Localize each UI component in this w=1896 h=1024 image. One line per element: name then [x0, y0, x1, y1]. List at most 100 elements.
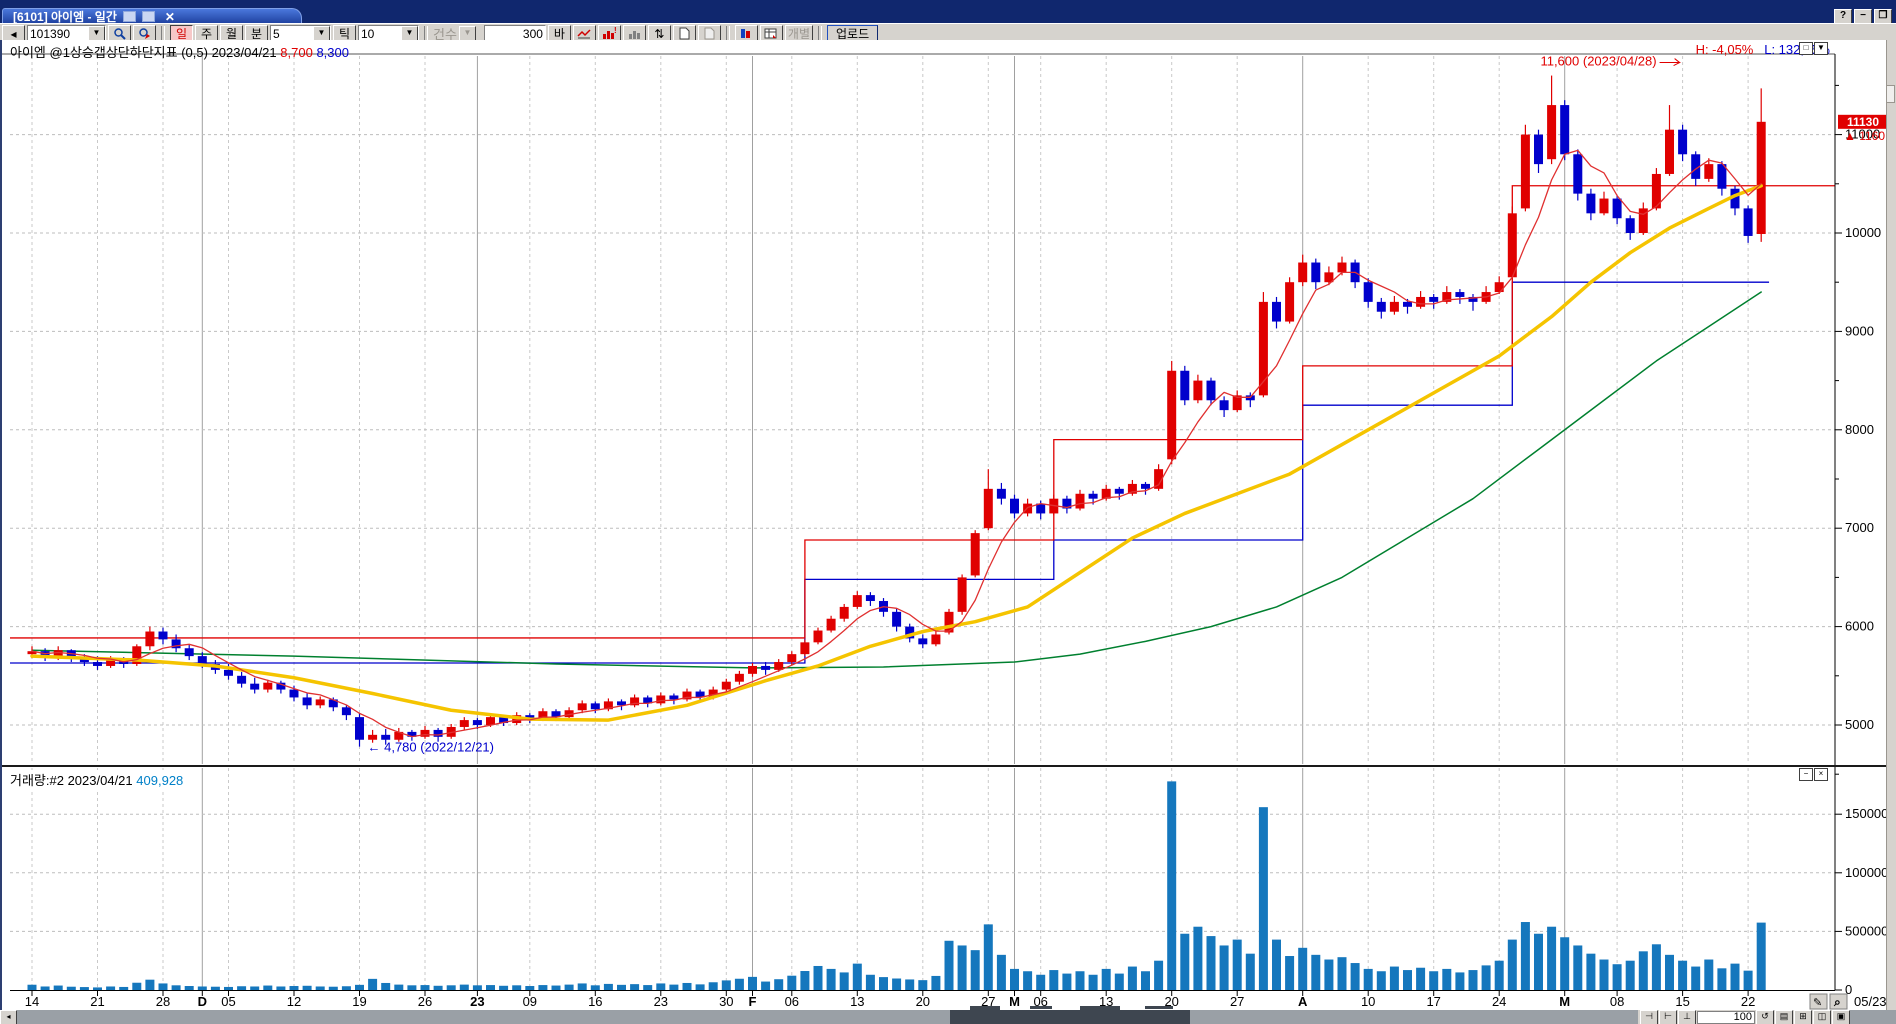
chart-mode-icon[interactable]: ▤ [1775, 1010, 1793, 1024]
vertical-scrollbar[interactable] [1886, 40, 1896, 1010]
tick-dropdown-icon[interactable]: ▼ [401, 26, 418, 41]
bar-narrow-button[interactable]: ⊣ [1640, 1010, 1658, 1024]
svg-text:12: 12 [287, 994, 301, 1009]
tick-input[interactable] [359, 27, 401, 40]
current-price-marker: 11130▲ 1160 [1838, 115, 1888, 143]
price-volume-chart[interactable]: 5000600070008000900010000110000500000100… [2, 40, 1896, 1024]
symbol-input[interactable] [28, 27, 88, 40]
svg-text:500000: 500000 [1845, 923, 1888, 938]
visible-bars-input[interactable] [1697, 1011, 1755, 1024]
tab-strip: [6101] 아이엠 - 일간 ✕ ? − ❐ [0, 8, 1896, 23]
minute-dropdown-icon[interactable]: ▼ [313, 26, 330, 41]
title-strip [0, 0, 1896, 8]
scroll-left-icon[interactable]: ◂ [0, 1010, 17, 1024]
svg-text:22: 22 [1741, 994, 1755, 1009]
svg-text:10: 10 [1361, 994, 1375, 1009]
fast-moving-averages [32, 150, 1761, 736]
svg-text:▲ 1160: ▲ 1160 [1844, 129, 1885, 143]
axes: 5000600070008000900010000110000500000100… [2, 54, 1896, 1009]
chart-tab[interactable]: [6101] 아이엠 - 일간 ✕ [2, 8, 302, 24]
svg-text:09: 09 [523, 994, 537, 1009]
volume-pane-controls: − × [1799, 768, 1828, 781]
svg-text:✎: ✎ [1813, 997, 1822, 1009]
indicator-params: (0,5) [181, 45, 208, 60]
svg-text:17: 17 [1426, 994, 1440, 1009]
volume-pane-header: 거래량:#2 2023/04/21 409,928 [10, 770, 183, 789]
indicator-name: @1상승갭상단하단지표 [50, 45, 178, 60]
svg-text:D: D [198, 994, 207, 1009]
zoom-tool-icon[interactable]: ⌕ [1830, 994, 1847, 1009]
svg-text:11130: 11130 [1847, 115, 1879, 129]
svg-text:A: A [1298, 994, 1308, 1009]
svg-text:10000: 10000 [1845, 225, 1881, 240]
pin-icon[interactable] [142, 11, 155, 22]
link-icon[interactable] [123, 11, 136, 22]
svg-text:13: 13 [850, 994, 864, 1009]
cursor-low: 8,300 [316, 45, 349, 60]
svg-text:24: 24 [1492, 994, 1506, 1009]
svg-text:26: 26 [418, 994, 432, 1009]
svg-text:!: ! [614, 27, 617, 35]
svg-text:8000: 8000 [1845, 422, 1874, 437]
svg-text:7000: 7000 [1845, 520, 1874, 535]
svg-text:21: 21 [90, 994, 104, 1009]
help-button[interactable]: ? [1834, 9, 1852, 24]
volume-bars [28, 781, 1766, 990]
vertical-scroll-thumb[interactable] [1886, 85, 1895, 103]
svg-text:⌕: ⌕ [1833, 995, 1841, 1009]
svg-text:5000: 5000 [1845, 717, 1874, 732]
svg-text:08: 08 [1610, 994, 1624, 1009]
draw-tool-icon[interactable]: ✎ [1810, 994, 1827, 1009]
split-icon[interactable]: ◫ [1813, 1010, 1831, 1024]
svg-text:9000: 9000 [1845, 323, 1874, 338]
high-pct: H: -4,05% [1696, 42, 1754, 57]
volume-label: 거래량:#2 [10, 773, 64, 788]
bars-input[interactable] [485, 27, 545, 40]
restore-button[interactable]: ❐ [1874, 9, 1892, 24]
refresh-icon[interactable]: ↺ [1756, 1010, 1774, 1024]
grid-icon[interactable]: ⊞ [1794, 1010, 1812, 1024]
volume-date: 2023/04/21 [68, 773, 133, 788]
svg-text:16: 16 [588, 994, 602, 1009]
tab-close-icon[interactable]: ✕ [165, 10, 175, 24]
svg-text:F: F [749, 994, 757, 1009]
svg-text:M: M [1559, 994, 1570, 1009]
minimize-button[interactable]: − [1854, 9, 1872, 24]
cursor-high: 8,700 [280, 45, 313, 60]
bottom-controls: ⊣ ⊢ ⊥ ↺ ▤ ⊞ ◫ ▣ [1638, 1010, 1850, 1024]
pane-minimize-icon[interactable]: − [1799, 768, 1813, 781]
gridlines [10, 56, 1835, 990]
svg-text:6000: 6000 [1845, 619, 1874, 634]
svg-text:05: 05 [221, 994, 235, 1009]
candles [28, 76, 1766, 747]
scroll-thumb[interactable] [950, 1010, 1190, 1024]
count-dropdown-icon: ▼ [459, 26, 476, 41]
svg-text:14: 14 [25, 994, 39, 1009]
volume-value: 409,928 [136, 773, 183, 788]
settings-icon[interactable]: ▣ [1832, 1010, 1850, 1024]
svg-text:← 4,780 (2022/12/21): ← 4,780 (2022/12/21) [368, 740, 494, 755]
symbol-name: 아이엠 [10, 45, 46, 60]
pane-restore-icon[interactable]: □ [1799, 42, 1813, 55]
bar-default-button[interactable]: ⊢ [1659, 1010, 1677, 1024]
svg-text:23: 23 [654, 994, 668, 1009]
horizontal-scrollbar[interactable]: ◂ [0, 1010, 1896, 1024]
price-pane-header: 아이엠 @1상승갭상단하단지표 (0,5) 2023/04/21 8,700 8… [10, 42, 349, 61]
svg-text:11,600 (2023/04/28): 11,600 (2023/04/28) [1540, 54, 1656, 69]
cursor-date: 2023/04/21 [212, 45, 277, 60]
pane-menu-icon[interactable]: ▼ [1814, 42, 1828, 55]
symbol-dropdown-icon[interactable]: ▼ [88, 26, 105, 41]
svg-text:28: 28 [156, 994, 170, 1009]
price-pane-controls: □ ▼ [1799, 42, 1828, 55]
svg-text:05/23: 05/23 [1854, 994, 1887, 1009]
svg-text:06: 06 [785, 994, 799, 1009]
svg-text:30: 30 [719, 994, 733, 1009]
chart-client-area: 아이엠 @1상승갭상단하단지표 (0,5) 2023/04/21 8,700 8… [0, 40, 1896, 1024]
svg-text:23: 23 [470, 994, 484, 1009]
pane-close-icon[interactable]: × [1814, 768, 1828, 781]
svg-text:20: 20 [916, 994, 930, 1009]
svg-text:19: 19 [352, 994, 366, 1009]
bar-wide-button[interactable]: ⊥ [1678, 1010, 1696, 1024]
minute-input[interactable] [271, 27, 313, 40]
svg-text:15: 15 [1675, 994, 1689, 1009]
